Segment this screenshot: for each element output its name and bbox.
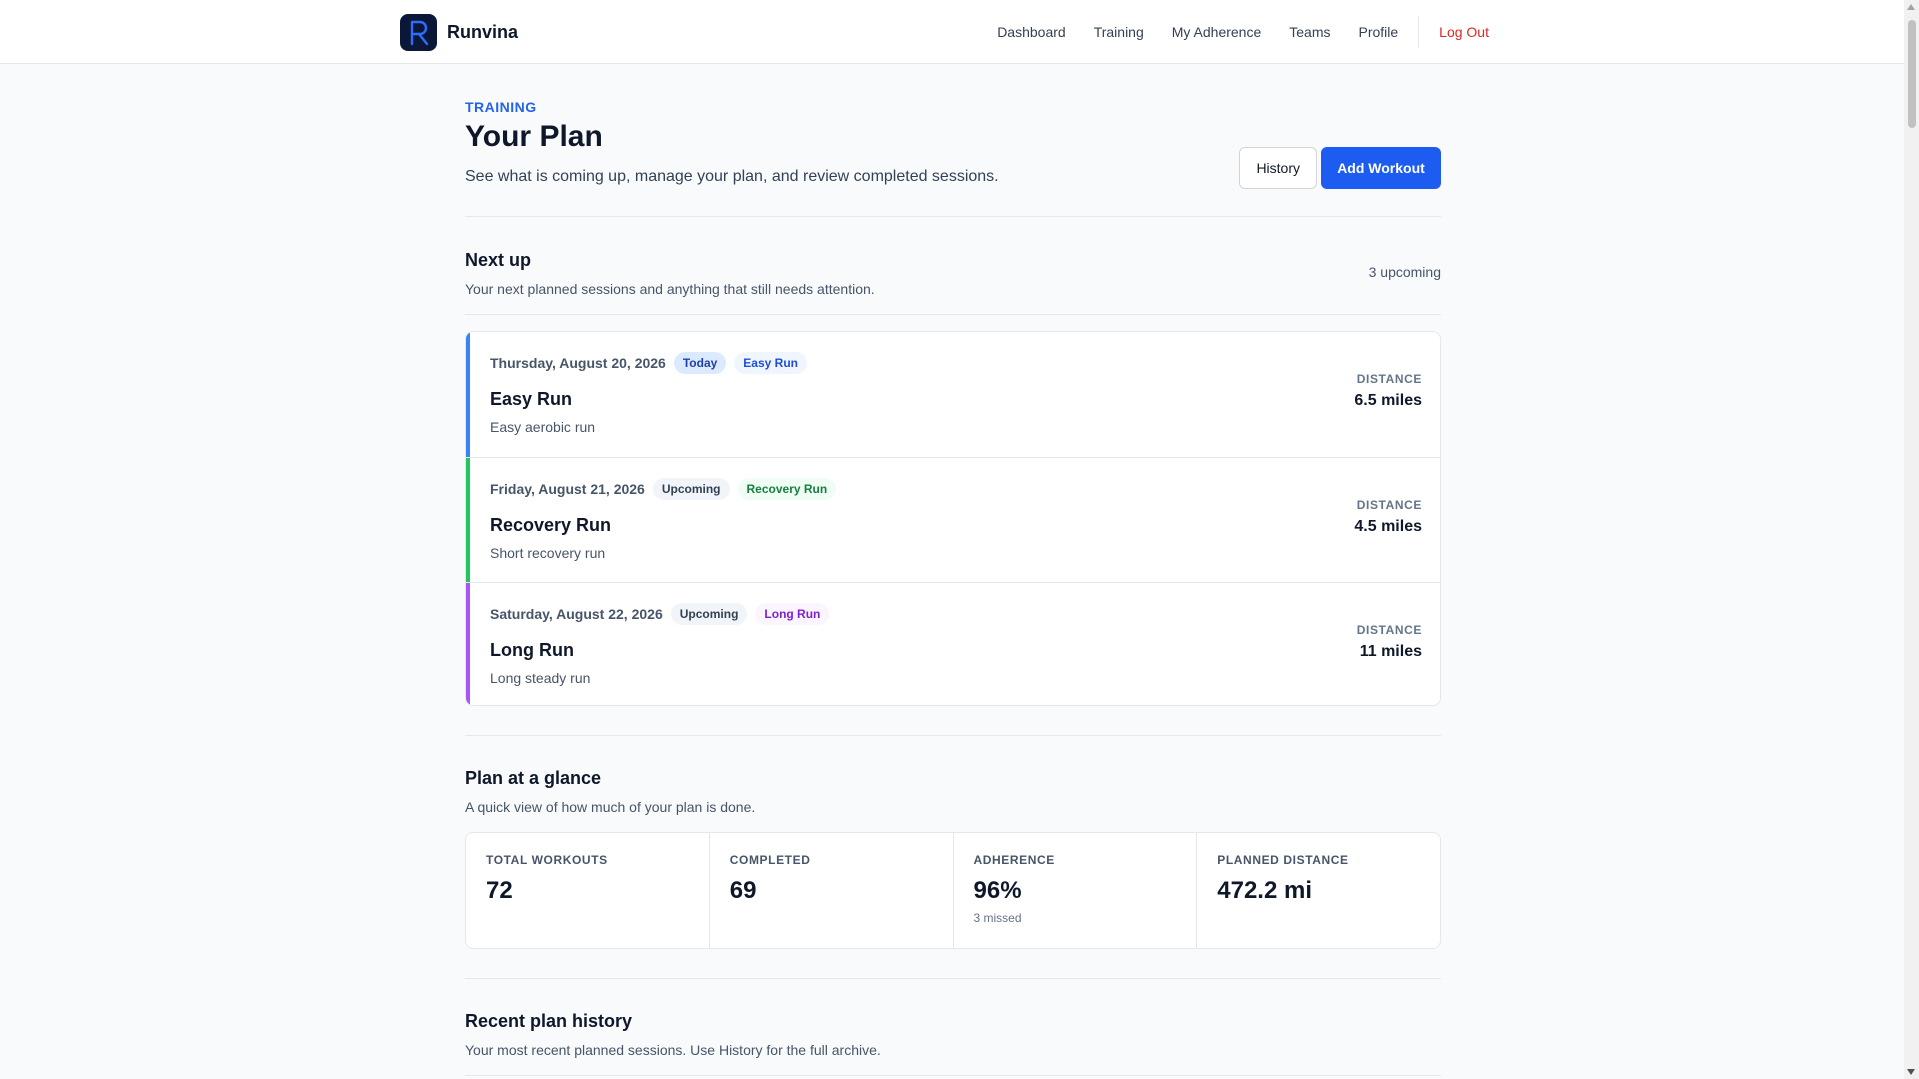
workout-accent-bar [466, 332, 470, 457]
history-button[interactable]: History [1239, 147, 1317, 189]
scroll-up-arrow-icon[interactable] [1907, 4, 1915, 10]
top-navbar: Runvina Dashboard Training My Adherence … [0, 0, 1904, 64]
stat-value: 472.2 mi [1217, 877, 1312, 904]
next-up-title: Next up [465, 250, 532, 270]
page-eyebrow: TRAINING [465, 99, 537, 115]
stat-value: 69 [729, 877, 757, 904]
next-up-divider [465, 314, 1441, 315]
page-scrollbar[interactable] [1904, 0, 1919, 1079]
stat-completed: COMPLETED 69 [708, 833, 953, 948]
stat-label: TOTAL WORKOUTS [486, 853, 608, 867]
glance-subtitle: A quick view of how much of your plan is… [465, 799, 756, 815]
stat-note: 3 missed [973, 911, 1022, 925]
workout-card[interactable]: Saturday, August 22, 2026 Upcoming Long … [466, 582, 1440, 705]
stat-label: COMPLETED [729, 853, 811, 867]
workout-date: Saturday, August 22, 2026 [490, 606, 663, 622]
workout-type-badge: Easy Run [734, 352, 807, 374]
history-subtitle: Your most recent planned sessions. Use H… [465, 1042, 881, 1058]
workout-card[interactable]: Thursday, August 20, 2026 Today Easy Run… [466, 332, 1440, 457]
runvina-logo-icon [400, 14, 437, 51]
workout-title: Long Run [490, 640, 574, 660]
workout-title: Recovery Run [490, 515, 612, 535]
glance-title: Plan at a glance [465, 768, 602, 788]
workout-type-badge: Long Run [755, 603, 830, 625]
logout-link[interactable]: Log Out [1439, 24, 1489, 40]
upcoming-workouts-list: Thursday, August 20, 2026 Today Easy Run… [465, 331, 1441, 706]
next-up-subtitle: Your next planned sessions and anything … [465, 281, 875, 297]
workout-accent-bar [466, 583, 470, 705]
nav-divider [1418, 16, 1420, 48]
stat-adherence: ADHERENCE 96% 3 missed [952, 833, 1197, 948]
workout-description: Short recovery run [490, 545, 606, 561]
distance-value: 11 miles [1359, 643, 1422, 660]
add-workout-button[interactable]: Add Workout [1321, 147, 1441, 189]
stat-value: 96% [973, 877, 1022, 904]
scroll-thumb[interactable] [1908, 20, 1916, 128]
workout-card[interactable]: Friday, August 21, 2026 Upcoming Recover… [466, 457, 1440, 582]
brand[interactable]: Runvina [400, 14, 518, 51]
status-badge: Upcoming [670, 603, 748, 625]
nav-profile[interactable]: Profile [1358, 24, 1398, 40]
nav-dashboard[interactable]: Dashboard [997, 24, 1066, 40]
upcoming-count: 3 upcoming [1368, 264, 1441, 280]
page-subtitle: See what is coming up, manage your plan,… [465, 168, 999, 185]
stat-label: ADHERENCE [973, 853, 1055, 867]
scroll-down-arrow-icon[interactable] [1907, 1069, 1915, 1075]
distance-value: 6.5 miles [1354, 392, 1422, 409]
distance-label: DISTANCE [1356, 623, 1422, 637]
history-list-divider [465, 1075, 1441, 1076]
nav-my-adherence[interactable]: My Adherence [1172, 24, 1262, 40]
distance-label: DISTANCE [1356, 498, 1422, 512]
distance-label: DISTANCE [1356, 372, 1422, 386]
nav-training[interactable]: Training [1094, 24, 1144, 40]
glance-divider [465, 735, 1441, 736]
stat-total-workouts: TOTAL WORKOUTS 72 [466, 833, 709, 948]
status-badge: Upcoming [652, 478, 730, 500]
history-title: Recent plan history [465, 1011, 633, 1031]
stat-planned-distance: PLANNED DISTANCE 472.2 mi [1196, 833, 1440, 948]
plan-stats: TOTAL WORKOUTS 72 COMPLETED 69 ADHERENCE… [465, 832, 1441, 949]
nav-teams[interactable]: Teams [1289, 24, 1330, 40]
workout-description: Long steady run [490, 670, 591, 686]
distance-value: 4.5 miles [1354, 518, 1422, 535]
history-divider [465, 978, 1441, 979]
page-title: Your Plan [465, 120, 603, 153]
status-badge: Today [673, 352, 727, 374]
workout-date: Friday, August 21, 2026 [490, 481, 645, 497]
stat-value: 72 [486, 877, 513, 904]
brand-name: Runvina [447, 22, 519, 42]
header-divider [465, 216, 1441, 217]
main-nav: Dashboard Training My Adherence Teams Pr… [969, 0, 1489, 64]
workout-type-badge: Recovery Run [737, 478, 837, 500]
workout-accent-bar [466, 458, 470, 582]
workout-title: Easy Run [490, 389, 573, 409]
stat-label: PLANNED DISTANCE [1217, 853, 1349, 867]
workout-description: Easy aerobic run [490, 419, 596, 435]
workout-date: Thursday, August 20, 2026 [490, 355, 666, 371]
